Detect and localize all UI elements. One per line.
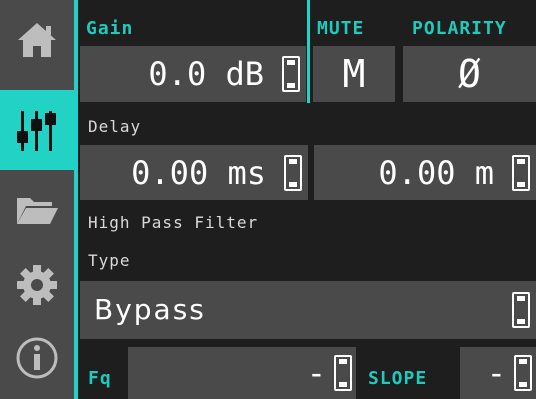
frequency-value: - <box>306 354 326 392</box>
polarity-label: POLARITY <box>412 18 507 39</box>
filter-type-value: Bypass <box>94 293 206 326</box>
sidebar-item-settings[interactable] <box>0 245 74 325</box>
delay-m-value: 0.00 m <box>378 153 494 192</box>
highpass-label: High Pass Filter <box>88 213 259 232</box>
mute-label: MUTE <box>317 18 365 39</box>
delay-m-stepper[interactable] <box>512 154 530 191</box>
delay-ms-stepper[interactable] <box>284 154 302 191</box>
folder-icon <box>17 198 58 224</box>
filter-type-select[interactable]: Bypass <box>80 281 536 339</box>
sidebar-item-info[interactable] <box>0 318 74 398</box>
gain-field[interactable]: 0.0 dB <box>80 46 306 102</box>
sliders-icon <box>17 111 56 151</box>
column-divider <box>307 0 310 103</box>
sidebar <box>0 0 74 399</box>
delay-m-field[interactable]: 0.00 m <box>314 145 536 200</box>
slope-label: SLOPE <box>368 368 428 389</box>
mute-button[interactable]: M <box>313 46 395 102</box>
gear-icon <box>17 265 57 305</box>
info-icon <box>16 337 58 379</box>
frequency-label: Fq <box>88 368 112 389</box>
sidebar-item-home[interactable] <box>0 0 74 80</box>
sidebar-item-mixer[interactable] <box>0 90 74 170</box>
channel-editor: Gain MUTE POLARITY 0.0 dB M Ø Delay 0.00… <box>0 0 536 399</box>
polarity-button[interactable]: Ø <box>403 46 536 102</box>
gain-label: Gain <box>86 18 134 39</box>
polarity-value: Ø <box>458 52 481 96</box>
delay-ms-field[interactable]: 0.00 ms <box>80 145 308 200</box>
filter-type-stepper[interactable] <box>512 292 530 328</box>
frequency-field[interactable]: - <box>128 347 356 399</box>
sidebar-item-files[interactable] <box>0 170 74 250</box>
home-icon <box>18 23 56 57</box>
slope-field[interactable]: - <box>460 347 536 399</box>
type-label: Type <box>88 251 131 270</box>
gain-stepper[interactable] <box>282 56 300 92</box>
delay-label: Delay <box>88 117 142 136</box>
mute-value: M <box>342 52 366 96</box>
delay-ms-value: 0.00 ms <box>131 153 266 192</box>
frequency-stepper[interactable] <box>334 355 352 391</box>
slope-value: - <box>486 354 506 392</box>
gain-value: 0.0 dB <box>148 55 264 93</box>
sidebar-divider <box>74 0 78 399</box>
slope-stepper[interactable] <box>514 355 532 391</box>
